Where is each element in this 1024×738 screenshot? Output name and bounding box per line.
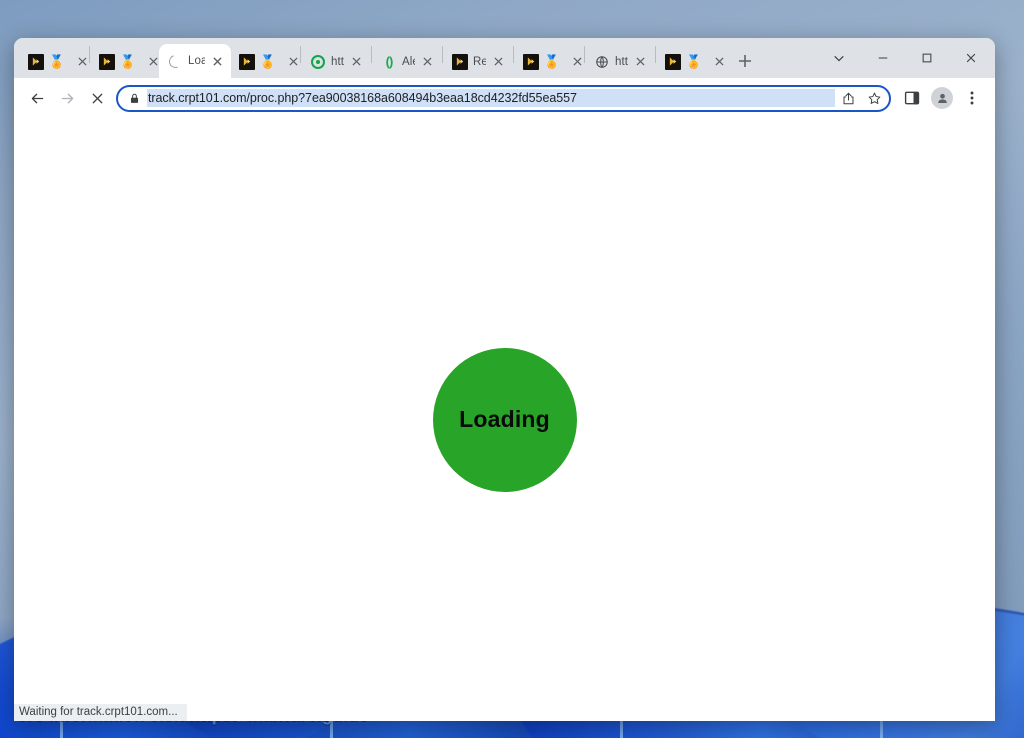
tab-title: Loa <box>188 55 205 67</box>
globe-icon <box>594 54 610 70</box>
url-text[interactable]: track.crpt101.com/proc.php?7ea90038168a6… <box>147 89 835 107</box>
browser-toolbar: track.crpt101.com/proc.php?7ea90038168a6… <box>14 78 995 118</box>
tab-close-icon[interactable] <box>75 54 90 69</box>
profile-avatar[interactable] <box>927 83 957 113</box>
address-bar[interactable]: track.crpt101.com/proc.php?7ea90038168a6… <box>116 84 891 112</box>
loading-badge-label: Loading <box>459 406 550 432</box>
browser-tab[interactable]: () Ale <box>373 45 441 78</box>
browser-window: 🏅 🏅 Loa 🏅 htt () Al Re 🏅 htt 🏅 track.crp… <box>14 38 995 721</box>
tab-close-icon[interactable] <box>570 54 585 69</box>
tab-search-chevron-down-icon[interactable] <box>817 41 861 75</box>
maximize-button[interactable] <box>905 41 949 75</box>
tab-list: 🏅 🏅 Loa 🏅 htt () Al Re 🏅 htt 🏅 <box>20 38 817 78</box>
medal-icon: 🏅 <box>119 54 137 69</box>
bookmark-star-icon[interactable] <box>861 85 887 111</box>
green-paren-icon: () <box>385 54 394 69</box>
browser-tab-active[interactable]: Loa <box>159 44 231 78</box>
avatar <box>931 87 953 109</box>
tab-strip: 🏅 🏅 Loa 🏅 htt () Al Re 🏅 htt 🏅 <box>14 38 995 78</box>
medal-icon: 🏅 <box>685 54 703 69</box>
window-controls <box>817 38 995 78</box>
lock-icon <box>127 91 141 105</box>
tab-close-icon[interactable] <box>286 54 301 69</box>
tab-title: Ale <box>402 55 415 68</box>
medal-icon: 🏅 <box>543 54 561 69</box>
minimize-button[interactable] <box>861 41 905 75</box>
tab-close-icon[interactable] <box>420 54 435 69</box>
tab-close-icon[interactable] <box>210 54 225 69</box>
tab-title: http <box>331 55 344 68</box>
dark-play-icon <box>99 53 115 70</box>
browser-tab[interactable]: 🏅 <box>20 45 88 78</box>
medal-icon: 🏅 <box>259 54 277 69</box>
desktop: ore information visit https://malware.gu… <box>0 0 1024 738</box>
browser-tab[interactable]: 🏅 <box>231 45 299 78</box>
browser-tab[interactable]: http <box>302 45 370 78</box>
share-icon[interactable] <box>835 85 861 111</box>
tab-close-icon[interactable] <box>491 54 506 69</box>
tab-separator <box>655 45 656 63</box>
tab-title: http <box>615 55 628 68</box>
back-button[interactable] <box>22 83 52 113</box>
loading-badge[interactable]: Loading <box>432 347 577 492</box>
tab-separator <box>371 45 372 63</box>
tab-title: Reg <box>473 55 486 68</box>
dark-play-icon <box>239 53 255 70</box>
browser-tab[interactable]: 🏅 <box>91 45 159 78</box>
forward-button[interactable] <box>52 83 82 113</box>
medal-icon: 🏅 <box>48 54 66 69</box>
dark-play-icon <box>452 53 468 70</box>
dark-play-icon <box>665 53 681 70</box>
tab-close-icon[interactable] <box>349 54 364 69</box>
tab-close-icon[interactable] <box>712 54 727 69</box>
chrome-menu-icon[interactable] <box>957 83 987 113</box>
new-tab-button[interactable] <box>731 47 759 75</box>
browser-tab[interactable]: 🏅 <box>657 45 725 78</box>
tab-close-icon[interactable] <box>633 54 648 69</box>
stop-loading-button[interactable] <box>82 83 112 113</box>
page-content: Loading Waiting for track.crpt101.com... <box>14 118 995 721</box>
browser-tab[interactable]: 🏅 <box>515 45 583 78</box>
dark-play-icon <box>523 53 539 70</box>
tab-separator <box>513 45 514 63</box>
dark-play-icon <box>28 53 44 70</box>
green-target-icon <box>310 54 326 70</box>
loading-spinner-icon <box>166 52 184 70</box>
browser-tab[interactable]: Reg <box>444 45 512 78</box>
browser-tab[interactable]: http <box>586 45 654 78</box>
tab-separator <box>442 45 443 63</box>
status-bar: Waiting for track.crpt101.com... <box>14 704 187 721</box>
close-button[interactable] <box>949 41 993 75</box>
side-panel-icon[interactable] <box>897 83 927 113</box>
